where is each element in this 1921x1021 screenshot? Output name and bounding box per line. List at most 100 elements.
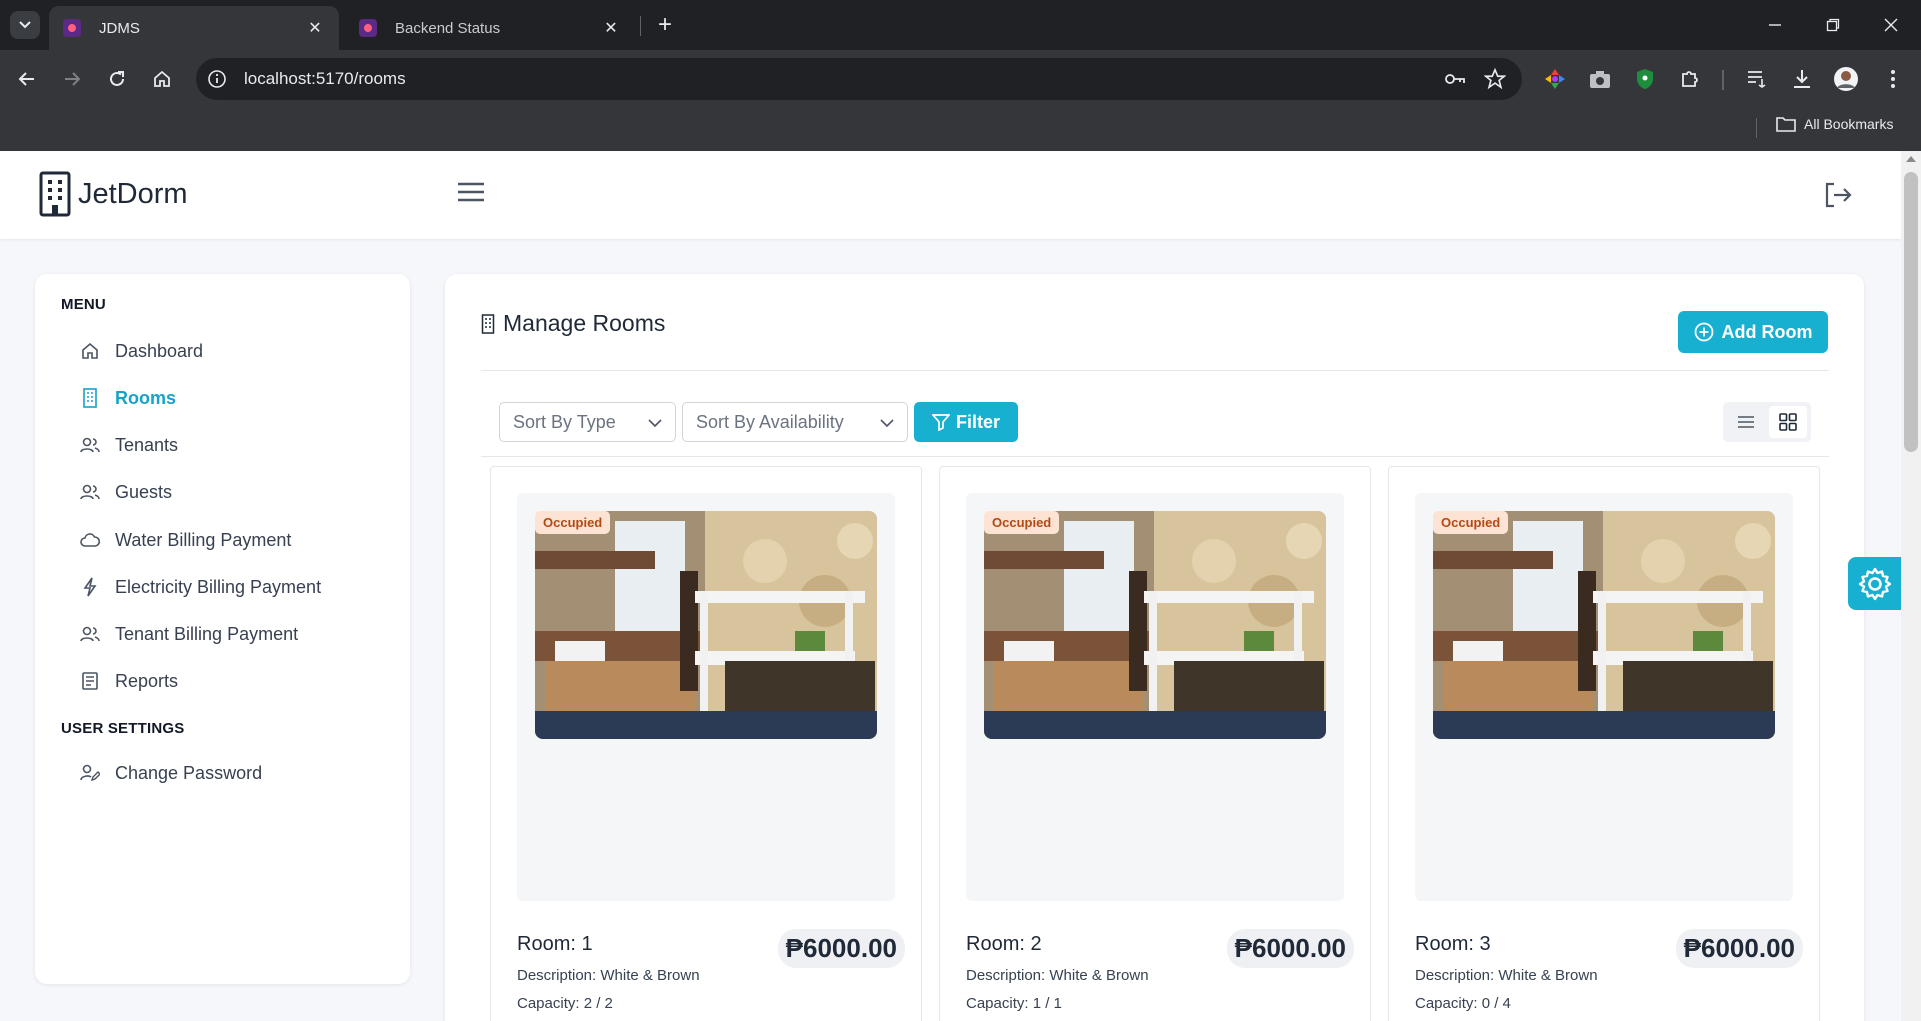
user-settings-heading: USER SETTINGS [61, 720, 185, 737]
room-name: Room: 3 [1415, 933, 1491, 955]
scrollbar-thumb[interactable] [1904, 172, 1918, 452]
room-photo[interactable] [984, 511, 1326, 739]
plus-circle-icon [1694, 322, 1713, 342]
chevron-down-icon [648, 419, 662, 428]
grid-icon [1779, 413, 1797, 431]
site-info-icon[interactable] [206, 68, 228, 90]
new-tab-button[interactable]: + [652, 11, 678, 38]
app-favicon-icon [359, 19, 377, 37]
sidebar-item-label: Rooms [115, 387, 177, 408]
building-logo-icon [39, 171, 71, 217]
app-favicon-icon [63, 19, 81, 37]
browser-toolbar: localhost:5170/rooms [0, 50, 1921, 108]
toolbar-separator [1722, 70, 1724, 90]
add-room-label: Add Room [1721, 321, 1813, 342]
tab-title: JDMS [99, 19, 140, 37]
add-room-button[interactable]: Add Room [1678, 311, 1828, 353]
sidebar-item-label: Reports [115, 670, 179, 691]
room-description: Description: White & Brown [517, 967, 700, 984]
color-extension-icon[interactable] [1542, 66, 1568, 92]
room-photo[interactable] [1433, 511, 1775, 739]
tab-backend-status[interactable]: Backend Status ✕ [345, 6, 635, 50]
users-icon [79, 623, 101, 645]
close-window-button[interactable] [1876, 10, 1906, 40]
room-card[interactable]: Occupied Room: 1 ₱6000.00 Description: W… [490, 466, 922, 1021]
camera-icon[interactable] [1587, 66, 1613, 92]
close-icon[interactable]: ✕ [305, 18, 325, 38]
sidebar-item-electricity-billing[interactable]: Electricity Billing Payment [79, 572, 321, 602]
all-bookmarks-label: All Bookmarks [1804, 116, 1894, 132]
profile-avatar[interactable] [1833, 66, 1859, 92]
minimize-button[interactable] [1760, 10, 1790, 40]
room-price: ₱6000.00 [1226, 929, 1354, 968]
sidebar-item-label: Electricity Billing Payment [115, 576, 322, 597]
room-image-container: Occupied [517, 493, 895, 901]
bookmark-star-icon[interactable] [1482, 66, 1508, 92]
minimize-icon [1769, 24, 1781, 26]
close-icon[interactable]: ✕ [601, 18, 621, 38]
browser-tab-bar: JDMS ✕ Backend Status ✕ + [0, 0, 1921, 50]
room-card[interactable]: Occupied Room: 2 ₱6000.00 Description: W… [939, 466, 1371, 1021]
browser-menu-icon[interactable] [1880, 66, 1906, 92]
room-photo[interactable] [535, 511, 877, 739]
users-icon [79, 434, 101, 456]
sidebar: MENU Dashboard Rooms Tenants Guests Wate… [35, 274, 410, 984]
sidebar-item-label: Tenants [115, 434, 179, 455]
room-card[interactable]: Occupied Room: 3 ₱6000.00 Description: W… [1388, 466, 1820, 1021]
bolt-icon [79, 576, 101, 598]
brand-name: JetDorm [78, 177, 188, 210]
back-button[interactable] [12, 64, 42, 94]
download-icon[interactable] [1789, 66, 1815, 92]
page-title: Manage Rooms [481, 310, 665, 337]
filter-button[interactable]: Filter [914, 402, 1018, 442]
list-icon [1738, 416, 1754, 428]
page-title-text: Manage Rooms [503, 310, 666, 336]
all-bookmarks-button[interactable]: All Bookmarks [1776, 116, 1893, 132]
home-icon [79, 340, 101, 362]
logout-button[interactable] [1822, 179, 1854, 211]
reload-icon [110, 71, 124, 86]
bookmarks-bar: All Bookmarks [0, 108, 1921, 151]
tab-jdms[interactable]: JDMS ✕ [49, 6, 339, 50]
tab-search-button[interactable] [10, 11, 40, 39]
brand[interactable]: JetDorm [38, 171, 188, 217]
theme-settings-button[interactable] [1848, 557, 1901, 610]
sidebar-item-label: Tenant Billing Payment [115, 623, 299, 644]
list-view-button[interactable] [1727, 406, 1765, 438]
sort-by-availability-select[interactable]: Sort By Availability [682, 402, 908, 442]
grid-view-button[interactable] [1769, 406, 1807, 438]
cloud-icon [79, 529, 101, 551]
document-icon [79, 670, 101, 692]
password-key-icon[interactable] [1442, 66, 1468, 92]
chevron-down-icon [880, 419, 894, 428]
sort-by-type-select[interactable]: Sort By Type [499, 402, 676, 442]
forward-button[interactable] [57, 64, 87, 94]
sidebar-item-tenants[interactable]: Tenants [79, 430, 178, 460]
sidebar-item-dashboard[interactable]: Dashboard [79, 336, 203, 366]
shield-icon[interactable] [1632, 66, 1658, 92]
header-divider [481, 370, 1829, 371]
sidebar-item-guests[interactable]: Guests [79, 477, 172, 507]
sidebar-item-reports[interactable]: Reports [79, 666, 178, 696]
room-capacity: Capacity: 1 / 1 [966, 995, 1062, 1012]
sidebar-toggle-button[interactable] [456, 180, 486, 210]
app-header: JetDorm [0, 151, 1901, 239]
sidebar-item-label: Dashboard [115, 340, 204, 361]
scroll-up-arrow[interactable] [1906, 156, 1916, 162]
filter-label: Filter [955, 411, 1000, 432]
sidebar-item-water-billing[interactable]: Water Billing Payment [79, 525, 291, 555]
reload-button[interactable] [102, 64, 132, 94]
media-controls-icon[interactable] [1744, 66, 1770, 92]
sidebar-item-tenant-billing[interactable]: Tenant Billing Payment [79, 619, 298, 649]
sidebar-item-change-password[interactable]: Change Password [79, 758, 262, 788]
building-icon [481, 313, 495, 334]
address-bar[interactable]: localhost:5170/rooms [196, 58, 1522, 100]
status-badge: Occupied [535, 511, 611, 534]
hamburger-menu-icon [458, 182, 484, 202]
home-button[interactable] [147, 64, 177, 94]
restore-button[interactable] [1818, 10, 1848, 40]
main-content: Manage Rooms Add Room Sort By Type Sort … [445, 274, 1864, 1021]
extensions-puzzle-icon[interactable] [1677, 66, 1703, 92]
room-name: Room: 2 [966, 933, 1042, 955]
sidebar-item-rooms[interactable]: Rooms [79, 383, 176, 413]
